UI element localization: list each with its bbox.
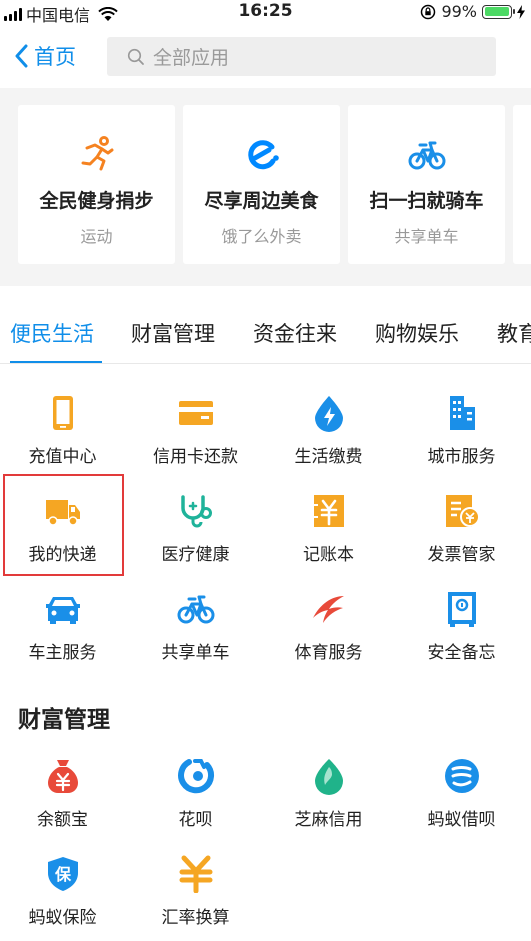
- yen-ledger-icon: [313, 495, 344, 527]
- grid-label: 车主服务: [28, 643, 97, 663]
- grid-label: 蚂蚁借呗: [427, 810, 496, 830]
- card-partial[interactable]: [513, 105, 531, 264]
- grid-item-jiebei[interactable]: 蚂蚁借呗: [395, 757, 528, 847]
- eleme-icon: [247, 140, 279, 170]
- grid-label: 生活缴费: [294, 447, 363, 467]
- tab-shopping[interactable]: 购物娱乐: [375, 318, 459, 348]
- back-label: 首页: [34, 45, 76, 69]
- status-right: 99%: [420, 2, 525, 21]
- grid-item-exchange-rate[interactable]: 汇率换算: [129, 855, 262, 941]
- sport-swoosh-icon: [312, 596, 344, 623]
- grid-label: 医疗健康: [161, 545, 230, 565]
- car-icon: [45, 597, 80, 624]
- grid-label: 城市服务: [427, 447, 496, 467]
- grid-label: 体育服务: [294, 643, 363, 663]
- lightning-drop-icon: [314, 396, 343, 432]
- grid-item-car-owner[interactable]: 车主服务: [0, 590, 129, 680]
- charging-icon: [517, 4, 525, 19]
- grid-label: 汇率换算: [161, 908, 230, 928]
- grid-item-sesame-credit[interactable]: 芝麻信用: [262, 757, 395, 847]
- card-fitness[interactable]: 全民健身捐步 运动: [18, 105, 175, 264]
- grid-label: 花呗: [178, 810, 213, 830]
- grid-item-shared-bike[interactable]: 共享单车: [129, 590, 262, 680]
- credit-card-icon: [178, 401, 213, 425]
- grid-label: 信用卡还款: [153, 447, 238, 467]
- tab-wealth[interactable]: 财富管理: [131, 318, 215, 348]
- grid-item-huabei[interactable]: 花呗: [129, 757, 262, 847]
- card-food[interactable]: 尽享周边美食 饿了么外卖: [183, 105, 340, 264]
- svg-text:保: 保: [53, 865, 71, 884]
- card-title: 尽享周边美食: [204, 190, 319, 212]
- yen-symbol-icon: [179, 855, 212, 893]
- card-subtitle: 饿了么外卖: [221, 227, 302, 246]
- grid-item-health[interactable]: 医疗健康: [129, 492, 262, 582]
- back-button[interactable]: 首页: [14, 40, 76, 72]
- insurance-shield-icon: 保: [47, 857, 78, 891]
- tab-transfer[interactable]: 资金往来: [253, 318, 337, 348]
- grid-item-utilities[interactable]: 生活缴费: [262, 394, 395, 484]
- grid-item-security-memo[interactable]: 安全备忘: [395, 590, 528, 680]
- grid-label: 发票管家: [427, 545, 496, 565]
- invoice-icon: [445, 495, 480, 527]
- sesame-icon: [314, 759, 343, 795]
- grid-item-credit-card[interactable]: 信用卡还款: [129, 394, 262, 484]
- grid-item-recharge[interactable]: 充值中心: [0, 394, 129, 484]
- card-title: 扫一扫就骑车: [369, 190, 484, 212]
- grid-label: 共享单车: [161, 643, 230, 663]
- search-placeholder: 全部应用: [153, 47, 230, 69]
- chevron-left-icon: [15, 44, 28, 68]
- grid-label: 安全备忘: [427, 643, 496, 663]
- grid-item-city[interactable]: 城市服务: [395, 394, 528, 484]
- featured-cards: 全民健身捐步 运动 尽享周边美食 饿了么外卖 扫一扫就骑车 共享单车: [0, 88, 531, 286]
- bicycle-icon: [177, 595, 214, 624]
- card-title: 全民健身捐步: [39, 190, 154, 212]
- tab-active-indicator: [10, 361, 102, 363]
- safe-icon: [447, 592, 476, 627]
- grid-item-account-book[interactable]: 记账本: [262, 492, 395, 582]
- card-subtitle: 运动: [80, 227, 113, 246]
- grid-label: 记账本: [303, 545, 354, 565]
- grid-item-yuebao[interactable]: 余额宝: [0, 757, 129, 847]
- battery-percent: 99%: [441, 2, 477, 21]
- nav-bar: 首页 全部应用: [0, 26, 531, 88]
- section-title: 财富管理: [18, 707, 110, 733]
- search-icon: [127, 48, 144, 65]
- battery-icon: [482, 4, 515, 19]
- money-bag-icon: [47, 760, 78, 793]
- running-man-icon: [81, 136, 113, 171]
- search-input[interactable]: 全部应用: [107, 37, 496, 76]
- grid-label: 充值中心: [28, 447, 97, 467]
- grid-label: 蚂蚁保险: [28, 908, 97, 928]
- tab-education[interactable]: 教育: [497, 318, 531, 348]
- grid-label: 余额宝: [37, 810, 88, 830]
- stethoscope-icon: [180, 495, 212, 528]
- status-bar: 中国电信 16:25 99%: [0, 0, 531, 26]
- bicycle-icon: [408, 141, 445, 170]
- city-building-icon: [449, 396, 475, 430]
- huabei-icon: [177, 759, 214, 794]
- category-tabs: 便民生活 财富管理 资金往来 购物娱乐 教育: [0, 304, 531, 364]
- grid-item-insurance[interactable]: 保 蚂蚁保险: [0, 855, 129, 941]
- card-bike[interactable]: 扫一扫就骑车 共享单车: [348, 105, 505, 264]
- grid-label: 芝麻信用: [294, 810, 363, 830]
- highlight-box: [3, 474, 124, 576]
- tab-convenience[interactable]: 便民生活: [10, 318, 94, 348]
- card-subtitle: 共享单车: [394, 227, 459, 246]
- phone-icon: [52, 396, 73, 430]
- grid-item-invoice[interactable]: 发票管家: [395, 492, 528, 582]
- grid-item-sports[interactable]: 体育服务: [262, 590, 395, 680]
- rotation-lock-icon: [421, 4, 436, 19]
- jiebei-icon: [444, 759, 479, 793]
